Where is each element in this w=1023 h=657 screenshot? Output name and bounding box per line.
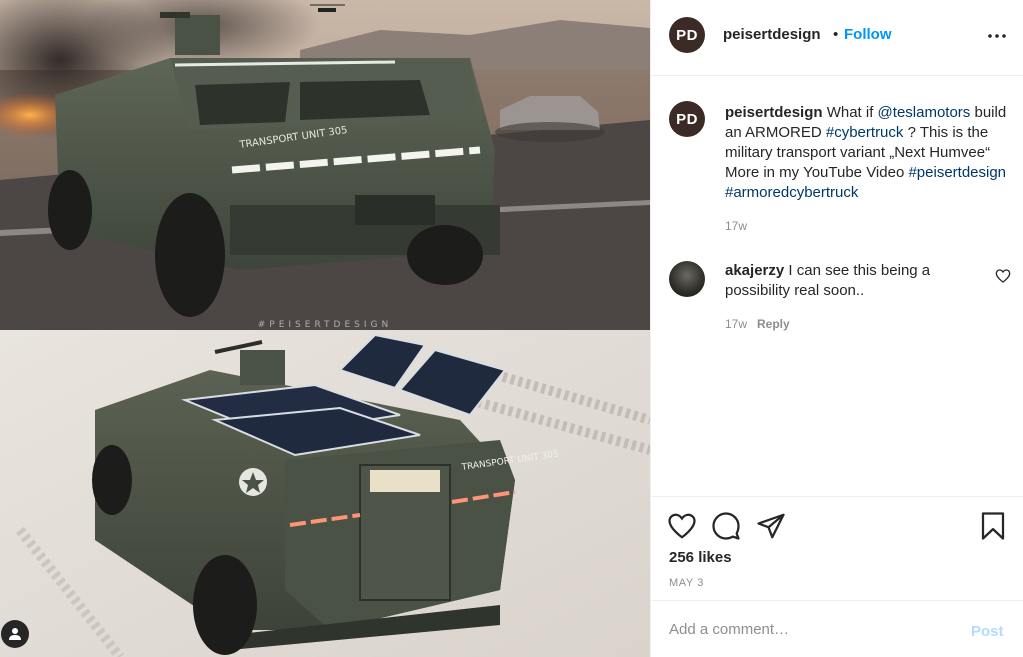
more-options-button[interactable]: [985, 24, 1009, 48]
author-username[interactable]: peisertdesign: [723, 26, 821, 43]
post-media[interactable]: TRANSPORT UNIT 305 TRANSPORT UNIT 305 #P…: [0, 0, 650, 657]
post-actions: 256 likes MAY 3: [651, 496, 1023, 600]
comment-timestamp[interactable]: 17w: [725, 317, 747, 331]
more-options-icon: [988, 34, 1006, 38]
header-separator: •: [833, 26, 839, 43]
comment-like-heart-icon[interactable]: [995, 268, 1011, 284]
reply-button[interactable]: Reply: [757, 317, 790, 331]
caption-hashtag[interactable]: #cybertruck: [826, 124, 904, 141]
bookmark-icon[interactable]: [978, 511, 1008, 541]
comment-meta: 17w Reply: [725, 317, 790, 331]
post-caption: peisertdesign What if @teslamotors build…: [725, 103, 1015, 203]
caption-mention[interactable]: @teslamotors: [878, 104, 971, 121]
commenter-username[interactable]: akajerzy: [725, 262, 784, 279]
caption-author-avatar[interactable]: PD: [669, 101, 705, 137]
avatar-initials: PD: [676, 26, 698, 44]
user-tag-icon: [9, 628, 21, 640]
post-comment-button[interactable]: Post: [971, 623, 1004, 640]
post-image-bottom: TRANSPORT UNIT 305: [0, 330, 650, 657]
caption-hashtag[interactable]: #peisertdesign: [908, 164, 1006, 181]
caption-username[interactable]: peisertdesign: [725, 104, 823, 121]
user-tag-button[interactable]: [1, 620, 29, 648]
post-header: PD peisertdesign • Follow: [651, 0, 1023, 76]
commenter-avatar[interactable]: [669, 261, 705, 297]
image-watermark: #PEISERTDESIGN: [257, 320, 393, 330]
comment-bubble-icon[interactable]: [711, 511, 741, 541]
follow-button[interactable]: Follow: [844, 26, 892, 43]
add-comment-bar: Post: [651, 600, 1023, 657]
likes-count[interactable]: 256 likes: [669, 549, 732, 566]
comment-text-block: akajerzy I can see this being a possibil…: [725, 261, 975, 301]
post-image-top: TRANSPORT UNIT 305: [0, 0, 650, 330]
heart-icon[interactable]: [667, 511, 697, 541]
caption-text: What if: [822, 104, 878, 121]
author-avatar[interactable]: PD: [669, 17, 705, 53]
avatar-initials: PD: [676, 110, 698, 128]
caption-hashtag[interactable]: #armoredcybertruck: [725, 184, 858, 201]
post-side-panel: PD peisertdesign • Follow PD peisertdesi…: [650, 0, 1023, 657]
comment-input[interactable]: [669, 621, 949, 638]
caption-timestamp[interactable]: 17w: [725, 219, 747, 233]
post-date[interactable]: MAY 3: [669, 577, 704, 589]
paper-plane-icon[interactable]: [756, 511, 786, 541]
